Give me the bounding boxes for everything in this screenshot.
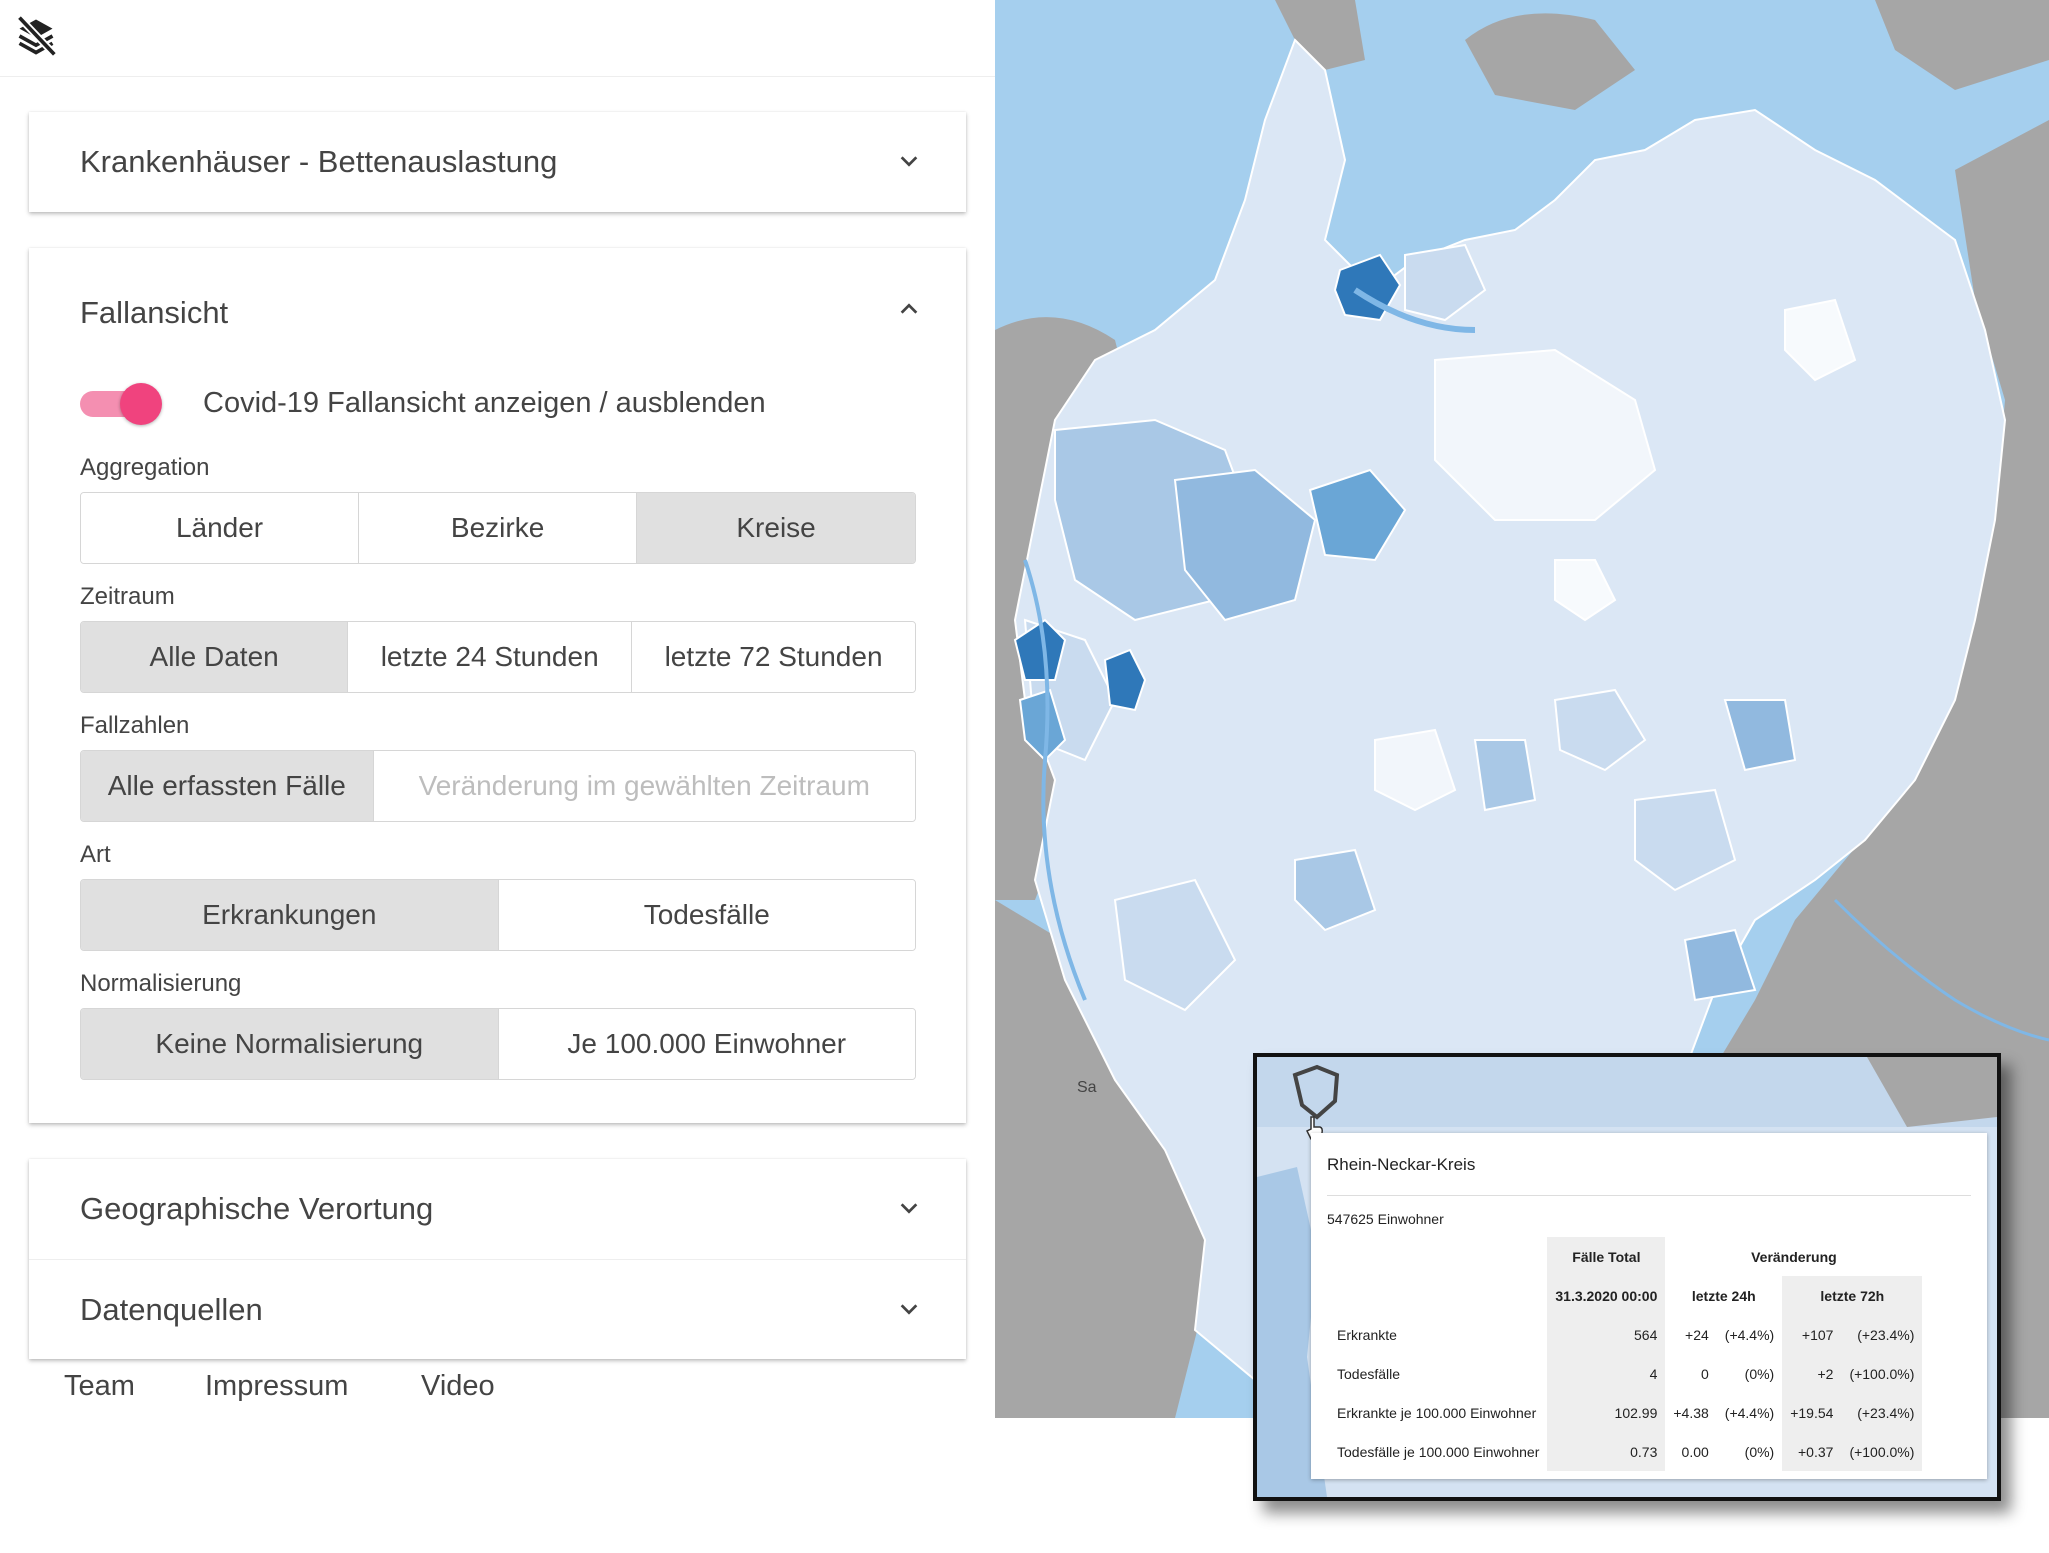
header-timestamp: 31.3.2020 00:00 (1547, 1276, 1666, 1315)
header-24h: letzte 24h (1691, 1287, 1756, 1304)
impressum-link[interactable]: Impressum (205, 1370, 348, 1403)
row-d24: 0.00 (1681, 1443, 1709, 1460)
row-p72: (+23.4%) (1841, 1315, 1923, 1354)
tooltip-zoom-frame: Rhein-Neckar-Kreis 547625 Einwohner Fäll… (1253, 1053, 2001, 1501)
panel-hospitals-header[interactable]: Krankenhäuser - Bettenauslastung (29, 112, 966, 212)
toggle-knob[interactable] (120, 383, 162, 425)
team-link[interactable]: Team (64, 1370, 135, 1403)
tooltip-region-name: Rhein-Neckar-Kreis (1327, 1155, 1476, 1174)
aggregation-kreise-button[interactable]: Kreise (636, 493, 915, 563)
chevron-down-icon[interactable] (898, 150, 920, 172)
row-label: Todesfälle je 100.000 Einwohner (1337, 1443, 1540, 1460)
table-subheader-row: 31.3.2020 00:00 letzte 24h letzte 72h (1329, 1276, 1923, 1315)
panel-cases: Fallansicht Covid-19 Fallansicht anzeige… (29, 248, 966, 1123)
zeitraum-label: Zeitraum (80, 583, 175, 610)
header-72h: letzte 72h (1782, 1276, 1923, 1315)
top-toolbar (0, 0, 995, 77)
video-link[interactable]: Video (421, 1370, 495, 1403)
panel-sources-header[interactable]: Datenquellen (29, 1260, 966, 1360)
row-p24: (0%) (1744, 1443, 1775, 1460)
region-tooltip: Rhein-Neckar-Kreis 547625 Einwohner Fäll… (1311, 1133, 1987, 1479)
layers-off-icon[interactable] (14, 14, 58, 58)
panel-title: Fallansicht (80, 295, 229, 330)
row-label: Erkrankte je 100.000 Einwohner (1337, 1404, 1537, 1421)
panel-title: Geographische Verortung (80, 1191, 434, 1226)
panel-title: Krankenhäuser - Bettenauslastung (80, 144, 558, 179)
row-p24: (+4.4%) (1724, 1404, 1775, 1421)
table-header-row: Fälle Total Veränderung (1329, 1237, 1922, 1276)
tooltip-population: 547625 Einwohner (1327, 1211, 1444, 1227)
art-erkrankungen-button[interactable]: Erkrankungen (81, 880, 498, 950)
toggle-label: Covid-19 Fallansicht anzeigen / ausblend… (203, 387, 766, 419)
row-label: Todesfälle (1337, 1365, 1401, 1382)
chevron-up-icon[interactable] (898, 298, 920, 320)
row-label: Erkrankte (1337, 1326, 1397, 1343)
tooltip-divider (1327, 1195, 1971, 1196)
chevron-down-icon[interactable] (898, 1298, 920, 1320)
normalisierung-group: Keine Normalisierung Je 100.000 Einwohne… (80, 1008, 916, 1080)
aggregation-label: Aggregation (80, 454, 210, 481)
zeitraum-group: Alle Daten letzte 24 Stunden letzte 72 S… (80, 621, 916, 693)
row-total: 102.99 (1547, 1393, 1666, 1432)
row-d72: +2 (1782, 1354, 1842, 1393)
table-row: Erkrankte je 100.000 Einwohner 102.99 +4… (1329, 1393, 1923, 1432)
zeitraum-24h-button[interactable]: letzte 24 Stunden (347, 622, 632, 692)
map-region[interactable] (1473, 739, 1537, 812)
row-d72: +0.37 (1782, 1432, 1842, 1471)
aggregation-laender-button[interactable]: Länder (81, 493, 359, 563)
panel-cases-header[interactable]: Fallansicht (29, 248, 966, 378)
fallzahlen-all-button[interactable]: Alle erfassten Fälle (81, 751, 373, 821)
row-d24: +4.38 (1673, 1404, 1709, 1421)
table-row: Todesfälle 4 0 (0%) +2 (+100.0%) (1329, 1354, 1923, 1393)
art-todesfaelle-button[interactable]: Todesfälle (497, 880, 915, 950)
row-total: 564 (1547, 1315, 1666, 1354)
table-row: Erkrankte 564 +24 (+4.4%) +107 (+23.4%) (1329, 1315, 1923, 1354)
row-d24: 0 (1701, 1365, 1709, 1382)
tooltip-stats-table: Fälle Total Veränderung 31.3.2020 00:00 … (1329, 1237, 1923, 1471)
table-row: Todesfälle je 100.000 Einwohner 0.73 0.0… (1329, 1432, 1923, 1471)
panel-geo-sources: Geographische Verortung Datenquellen (29, 1159, 966, 1359)
row-p72: (+100.0%) (1841, 1432, 1923, 1471)
normalisierung-none-button[interactable]: Keine Normalisierung (81, 1009, 498, 1079)
normalisierung-per100k-button[interactable]: Je 100.000 Einwohner (497, 1009, 915, 1079)
row-p24: (0%) (1744, 1365, 1775, 1382)
art-group: Erkrankungen Todesfälle (80, 879, 916, 951)
row-total: 0.73 (1547, 1432, 1666, 1471)
row-d72: +107 (1782, 1315, 1842, 1354)
panel-hospitals: Krankenhäuser - Bettenauslastung (29, 112, 966, 212)
row-p72: (+100.0%) (1841, 1354, 1923, 1393)
row-total: 4 (1547, 1354, 1666, 1393)
row-p72: (+23.4%) (1841, 1393, 1923, 1432)
panel-geo-header[interactable]: Geographische Verortung (29, 1159, 966, 1260)
zeitraum-72h-button[interactable]: letzte 72 Stunden (631, 622, 915, 692)
map-place-label: Sa (1077, 1079, 1097, 1096)
row-p24: (+4.4%) (1724, 1326, 1775, 1343)
chevron-down-icon[interactable] (898, 1197, 920, 1219)
fallzahlen-label: Fallzahlen (80, 712, 190, 739)
fallzahlen-group: Alle erfassten Fälle Veränderung im gewä… (80, 750, 916, 822)
aggregation-group: Länder Bezirke Kreise (80, 492, 916, 564)
panel-title: Datenquellen (80, 1292, 263, 1327)
row-d24: +24 (1685, 1326, 1709, 1343)
art-label: Art (80, 841, 111, 868)
aggregation-bezirke-button[interactable]: Bezirke (358, 493, 637, 563)
header-total: Fälle Total (1547, 1237, 1666, 1276)
header-change: Veränderung (1751, 1248, 1837, 1265)
fallzahlen-change-button[interactable]: Veränderung im gewählten Zeitraum (372, 751, 915, 821)
zeitraum-all-button[interactable]: Alle Daten (81, 622, 348, 692)
normalisierung-label: Normalisierung (80, 970, 242, 997)
row-d72: +19.54 (1782, 1393, 1842, 1432)
